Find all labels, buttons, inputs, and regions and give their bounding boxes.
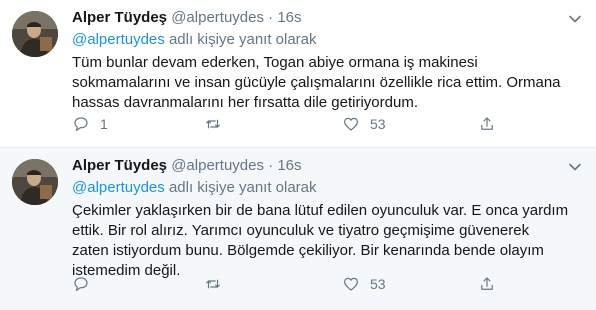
share-button[interactable]: [478, 112, 496, 136]
share-icon: [481, 117, 493, 130]
reply-mention-link[interactable]: @alpertuydes: [72, 31, 165, 48]
reply-button[interactable]: [72, 272, 100, 296]
tweet-content: Alper Tüydeş @alpertuydes · 16s @alpertu…: [72, 8, 580, 113]
tweet-text-line: zaten istiyordum bunu. Bölgemde çekiliyo…: [72, 242, 544, 259]
retweet-icon: [206, 119, 220, 129]
author-handle[interactable]: @alpertuydes: [171, 157, 264, 174]
reply-suffix: adlı kişiye yanıt olarak: [168, 31, 317, 48]
separator-dot: ·: [268, 9, 274, 26]
like-button[interactable]: 53: [342, 112, 386, 136]
tweet-text: Çekimler yaklaşırken bir de bana lütuf e…: [72, 201, 580, 281]
reply-icon: [74, 277, 88, 291]
reply-icon: [74, 117, 88, 131]
like-count: 53: [370, 116, 386, 132]
tweet-text-line: Çekimler yaklaşırken bir de bana lütuf e…: [72, 202, 569, 219]
timestamp[interactable]: 16s: [277, 9, 301, 26]
like-button[interactable]: 53: [342, 272, 386, 296]
tweet-text-line: sokmamalarını ve insan gücüyle çalışmala…: [72, 74, 561, 91]
share-icon: [481, 277, 493, 290]
tweet-text-line: Tüm bunlar devam ederken, Togan abiye or…: [72, 54, 478, 71]
timestamp[interactable]: 16s: [277, 157, 301, 174]
heart-icon: [344, 277, 358, 291]
avatar[interactable]: [12, 11, 58, 57]
avatar-image: [12, 159, 58, 205]
like-count: 53: [370, 276, 386, 292]
reply-suffix: adlı kişiye yanıt olarak: [168, 179, 317, 196]
avatar-image: [12, 11, 58, 57]
author-name[interactable]: Alper Tüydeş: [72, 9, 167, 26]
tweet-content: Alper Tüydeş @alpertuydes · 16s @alpertu…: [72, 156, 580, 281]
reply-mention-link[interactable]: @alpertuydes: [72, 179, 165, 196]
separator-dot: ·: [268, 157, 274, 174]
tweet-header: Alper Tüydeş @alpertuydes · 16s: [72, 8, 580, 28]
avatar[interactable]: [12, 159, 58, 205]
author-handle[interactable]: @alpertuydes: [171, 9, 264, 26]
reply-count: 1: [100, 116, 108, 132]
tweet[interactable]: Alper Tüydeş @alpertuydes · 16s @alpertu…: [0, 148, 596, 310]
reply-context: @alpertuydes adlı kişiye yanıt olarak: [72, 178, 580, 198]
tweet-text-line: hassas davranmalarını her fırsatta dile …: [72, 94, 418, 111]
tweet-actions: 53: [72, 272, 512, 296]
chevron-down-icon[interactable]: [568, 160, 582, 174]
chevron-down-icon[interactable]: [568, 12, 582, 26]
reply-button[interactable]: 1: [72, 112, 108, 136]
retweet-button[interactable]: [204, 272, 232, 296]
tweet-header: Alper Tüydeş @alpertuydes · 16s: [72, 156, 580, 176]
tweet[interactable]: Alper Tüydeş @alpertuydes · 16s @alpertu…: [0, 0, 596, 148]
heart-icon: [344, 117, 358, 131]
reply-context: @alpertuydes adlı kişiye yanıt olarak: [72, 30, 580, 50]
retweet-icon: [206, 279, 220, 289]
retweet-button[interactable]: [204, 112, 232, 136]
tweet-text: Tüm bunlar devam ederken, Togan abiye or…: [72, 53, 580, 113]
author-name[interactable]: Alper Tüydeş: [72, 157, 167, 174]
tweet-actions: 1 53: [72, 112, 512, 136]
tweet-text-line: ettik. Bir rol alırız. Yarımcı oyunculuk…: [72, 222, 530, 239]
share-button[interactable]: [478, 272, 496, 296]
